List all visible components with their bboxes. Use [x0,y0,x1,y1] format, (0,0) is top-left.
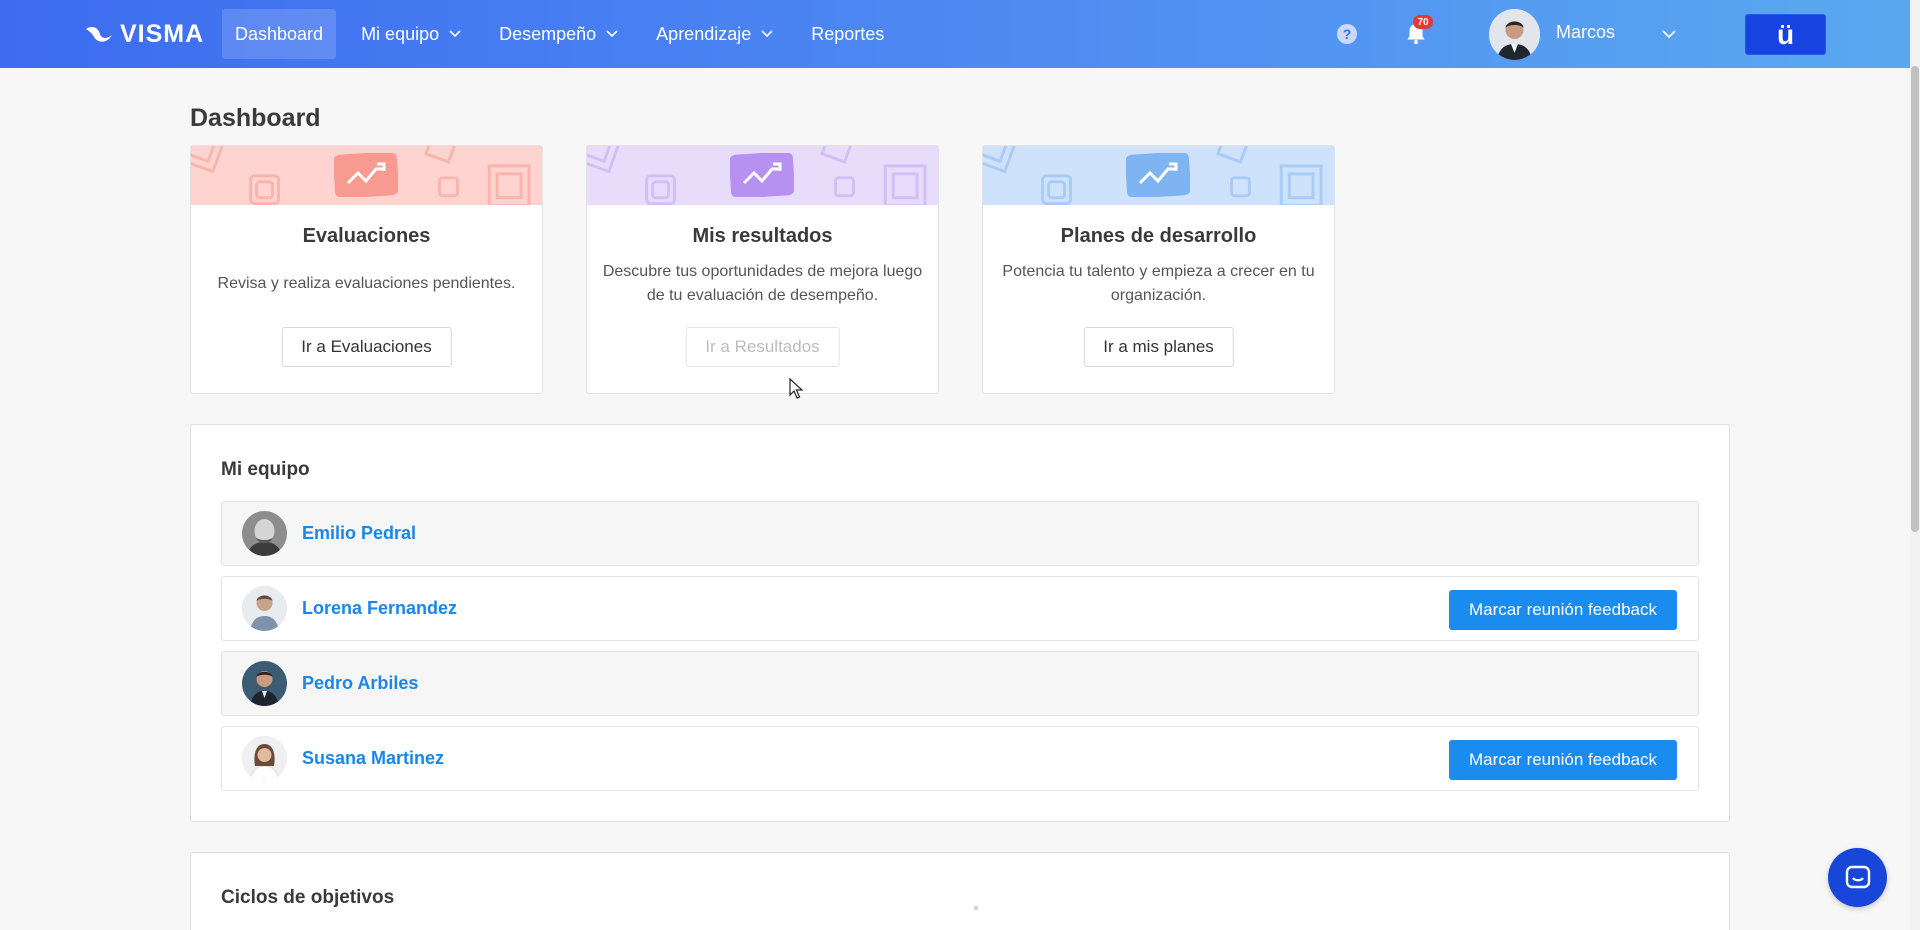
nav-aprendizaje[interactable]: Aprendizaje [643,9,786,59]
card-banner [983,146,1334,205]
member-name-link[interactable]: Lorena Fernandez [302,598,457,619]
card-banner [191,146,542,205]
nav-mi-equipo[interactable]: Mi equipo [348,9,474,59]
chevron-down-icon[interactable] [1662,30,1676,39]
team-row: Lorena Fernandez Marcar reunión feedback [221,576,1699,641]
nav-reportes-label: Reportes [811,23,885,44]
member-portrait-icon [242,736,287,781]
main-nav: Dashboard Mi equipo Desempeño Aprendizaj… [222,9,909,59]
nav-reportes[interactable]: Reportes [798,9,897,59]
nav-desempeno[interactable]: Desempeño [486,9,631,59]
card-description: Descubre tus oportunidades de mejora lue… [602,263,923,304]
nav-desempeno-label: Desempeño [499,23,597,44]
loading-spinner-icon [974,906,978,910]
member-portrait-icon [242,511,287,556]
team-row: Susana Martinez Marcar reunión feedback [221,726,1699,791]
visma-logo[interactable]: VISMA [84,20,204,48]
avatar [242,586,287,631]
nav-dashboard[interactable]: Dashboard [222,9,337,59]
team-row: Emilio Pedral [221,501,1699,566]
team-panel-title: Mi equipo [221,459,310,480]
chevron-down-icon [606,30,618,38]
member-name-link[interactable]: Susana Martinez [302,748,444,769]
member-portrait-icon [242,661,287,706]
notification-badge: 70 [1413,15,1433,29]
card-banner [587,146,938,205]
card-planes-de-desarrollo: Planes de desarrollo Potencia tu talento… [982,145,1335,394]
ir-a-resultados-button[interactable]: Ir a Resultados [685,327,840,367]
objectives-panel: Ciclos de objetivos [190,852,1730,930]
member-name-link[interactable]: Emilio Pedral [302,523,416,544]
card-description: Revisa y realiza evaluaciones pendientes… [217,275,516,292]
page-scrollbar-thumb[interactable] [1911,66,1919,532]
visma-logo-icon [86,26,112,42]
trend-up-icon [1126,153,1190,197]
member-name-link[interactable]: Pedro Arbiles [302,673,418,694]
chevron-down-icon [761,30,773,38]
member-portrait-icon [242,586,287,631]
card-evaluaciones: Evaluaciones Revisa y realiza evaluacion… [190,145,543,394]
nav-mi-equipo-label: Mi equipo [361,23,440,44]
brand-app-button[interactable]: ü [1745,14,1826,55]
logo-text: VISMA [120,19,205,48]
marcar-reunion-feedback-button[interactable]: Marcar reunión feedback [1448,590,1677,630]
user-portrait-icon [1489,9,1540,60]
top-navigation-bar: VISMA Dashboard Mi equipo Desempeño Apre… [0,0,1920,68]
ir-a-evaluaciones-button[interactable]: Ir a Evaluaciones [281,327,452,367]
team-panel: Mi equipo Emilio Pedral Lorena Fernandez… [190,424,1730,822]
avatar [242,511,287,556]
chat-launcher-button[interactable] [1828,848,1887,907]
ir-a-mis-planes-button[interactable]: Ir a mis planes [1083,327,1234,367]
avatar [242,736,287,781]
page-title: Dashboard [190,104,321,132]
card-title: Planes de desarrollo [1060,225,1257,247]
nav-dashboard-label: Dashboard [235,23,324,44]
mouse-cursor-icon [789,378,803,399]
nav-aprendizaje-label: Aprendizaje [656,23,752,44]
card-description: Potencia tu talento y empieza a crecer e… [1002,263,1315,304]
avatar [242,661,287,706]
trend-up-icon [730,153,794,197]
team-row: Pedro Arbiles [221,651,1699,716]
chat-icon [1845,865,1870,888]
chevron-down-icon [449,30,461,38]
user-name[interactable]: Marcos [1556,22,1615,43]
card-mis-resultados: Mis resultados Descubre tus oportunidade… [586,145,939,394]
card-title: Evaluaciones [302,225,431,247]
card-title: Mis resultados [692,225,833,247]
trend-up-icon [334,153,398,197]
user-avatar[interactable] [1489,9,1540,60]
objectives-panel-title: Ciclos de objetivos [221,887,395,908]
marcar-reunion-feedback-button[interactable]: Marcar reunión feedback [1448,740,1677,780]
help-icon[interactable]: ? [1337,24,1357,44]
